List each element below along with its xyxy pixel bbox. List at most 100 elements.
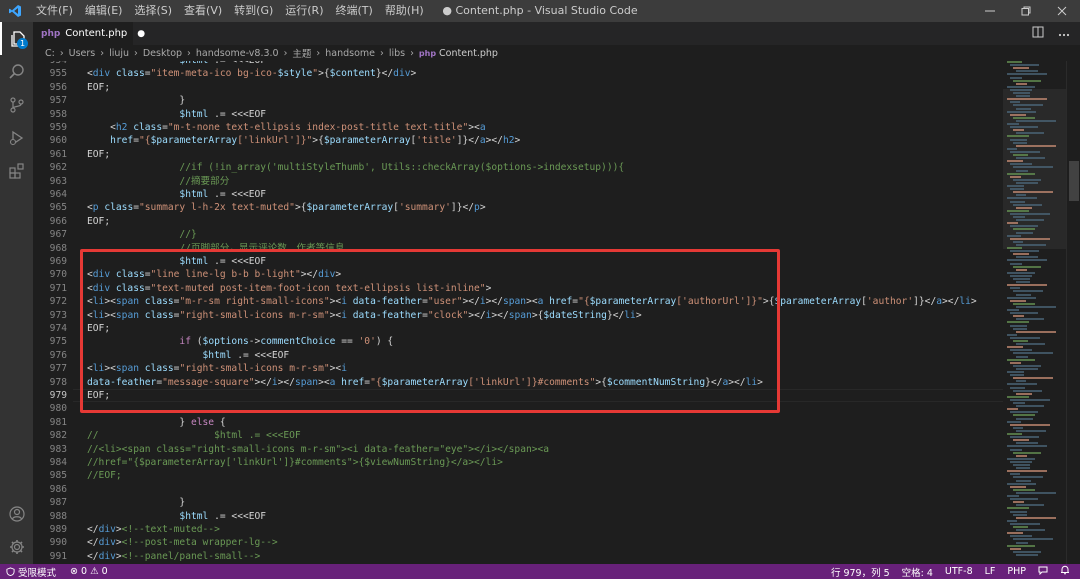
code-line[interactable]: 963 //摘要部分 — [33, 175, 1003, 188]
language-mode[interactable]: PHP — [1001, 566, 1032, 577]
split-editor-button[interactable] — [1032, 26, 1044, 41]
minimap-line — [1007, 358, 1035, 361]
code-line[interactable]: 960 href="{$parameterArray['linkUrl']}">… — [33, 134, 1003, 147]
run-debug-button[interactable] — [0, 121, 33, 154]
code-line[interactable]: 991 </div><!--panel/panel-small--> — [33, 550, 1003, 563]
minimap-line — [1007, 532, 1024, 535]
minimap-line — [1007, 482, 1037, 485]
cursor-position[interactable]: 行 979，列 5 — [825, 565, 896, 579]
end-of-line[interactable]: LF — [979, 566, 1002, 577]
code-line[interactable]: 967 //} — [33, 228, 1003, 241]
line-number: 965 — [49, 202, 67, 214]
menu-file[interactable]: 文件(F) — [30, 0, 79, 22]
line-number: 964 — [49, 189, 67, 200]
more-actions-button[interactable] — [1058, 27, 1070, 40]
code-line[interactable]: 984 //href="{$parameterArray['linkUrl']}#… — [33, 456, 1003, 469]
minimap-line — [1007, 98, 1047, 101]
minimap-line — [1013, 364, 1041, 367]
menu-edit[interactable]: 编辑(E) — [79, 0, 129, 22]
code-text: EOF; — [87, 148, 111, 160]
restore-button[interactable] — [1008, 0, 1044, 22]
breadcrumb-item[interactable]: handsome — [325, 48, 375, 59]
minimize-button[interactable] — [972, 0, 1008, 22]
indentation[interactable]: 空格: 4 — [896, 565, 939, 579]
breadcrumb-item[interactable]: 主题 — [292, 46, 311, 60]
breadcrumb-item[interactable]: Desktop — [143, 48, 182, 59]
feedback-button[interactable] — [1032, 565, 1054, 578]
breadcrumb-file[interactable]: Content.php — [439, 48, 498, 59]
code-line[interactable]: 965 <p class="summary l-h-2x text-muted">… — [33, 201, 1003, 214]
minimap-line — [1016, 144, 1056, 147]
scrollbar-thumb[interactable] — [1069, 161, 1079, 201]
code-line[interactable]: 990 </div><!--post-meta wrapper-lg--> — [33, 536, 1003, 549]
code-line[interactable]: 957 } — [33, 94, 1003, 107]
code-line[interactable]: 959 <h2 class="m-t-none text-ellipsis in… — [33, 121, 1003, 134]
minimap-line — [1013, 538, 1053, 541]
breadcrumb-item[interactable]: handsome-v8.3.0 — [196, 48, 279, 59]
minimap-line — [1016, 181, 1039, 184]
menu-go[interactable]: 转到(G) — [228, 0, 279, 22]
code-line[interactable]: 962 //if (!in_array('multiStyleThumb', U… — [33, 161, 1003, 174]
minimap-line — [1010, 361, 1021, 364]
problems-item[interactable]: ⊗ 0 ⚠ 0 — [62, 566, 116, 577]
code-line[interactable]: 961 EOF; — [33, 148, 1003, 161]
tab-content-php[interactable]: php Content.php ● — [33, 22, 145, 45]
minimap-line — [1013, 451, 1041, 454]
source-control-button[interactable] — [0, 88, 33, 121]
minimap-line — [1016, 367, 1039, 370]
code-line[interactable]: 955 <div class="item-meta-ico bg-ico-$sty… — [33, 67, 1003, 80]
menu-terminal[interactable]: 终端(T) — [330, 0, 379, 22]
code-line[interactable]: 981 } else { — [33, 416, 1003, 429]
code-line[interactable]: 958 $html .= <<<EOF — [33, 108, 1003, 121]
breadcrumb-item[interactable]: Users — [69, 48, 96, 59]
breadcrumb-item[interactable]: liuju — [109, 48, 129, 59]
code-line[interactable]: 987 } — [33, 496, 1003, 509]
code-line[interactable]: 966 EOF; — [33, 215, 1003, 228]
line-number: 970 — [49, 269, 67, 281]
vertical-scrollbar[interactable] — [1066, 61, 1080, 564]
minimap-line — [1016, 281, 1030, 284]
menu-run[interactable]: 运行(R) — [279, 0, 329, 22]
menu-selection[interactable]: 选择(S) — [128, 0, 178, 22]
feedback-icon — [1038, 566, 1048, 576]
notifications-button[interactable] — [1054, 565, 1076, 578]
close-window-button[interactable] — [1044, 0, 1080, 22]
line-number: 972 — [49, 296, 67, 308]
code-line[interactable]: 985 //EOF; — [33, 469, 1003, 482]
menu-view[interactable]: 查看(V) — [178, 0, 228, 22]
minimap-line — [1007, 371, 1024, 373]
restricted-mode-item[interactable]: 受限模式 — [0, 564, 63, 579]
code-line[interactable]: 964 $html .= <<<EOF — [33, 188, 1003, 201]
code-line[interactable]: 982 // $html .= <<<EOF — [33, 429, 1003, 442]
accounts-button[interactable] — [0, 497, 33, 530]
code-line[interactable]: 986 — [33, 483, 1003, 496]
chevron-right-icon: › — [380, 47, 384, 59]
manage-button[interactable] — [0, 530, 33, 563]
unsaved-dot-icon[interactable]: ● — [137, 29, 145, 39]
breadcrumb-item[interactable]: C: — [45, 48, 55, 59]
code-line[interactable]: 983 //<li><span class="right-small-icons … — [33, 443, 1003, 456]
minimap-line — [1016, 429, 1047, 432]
encoding[interactable]: UTF-8 — [939, 566, 979, 577]
minimap-line — [1010, 163, 1032, 166]
minimap-line — [1013, 389, 1043, 392]
code-line[interactable]: 956 EOF; — [33, 81, 1003, 94]
code-editor[interactable]: 954 $html .= <<<EOF955<div class="item-m… — [33, 61, 1003, 564]
code-line[interactable]: 988 $html .= <<<EOF — [33, 510, 1003, 523]
minimap-line — [1013, 414, 1036, 417]
minimap-line — [1010, 510, 1027, 513]
minimap-line — [1010, 485, 1027, 488]
minimap-line — [1007, 172, 1035, 175]
code-text: $html .= <<<EOF — [179, 108, 267, 120]
search-button[interactable] — [0, 55, 33, 88]
explorer-button[interactable]: 1 — [0, 22, 33, 55]
minimap-line — [1013, 340, 1028, 342]
php-file-icon: php — [41, 28, 61, 39]
menu-help[interactable]: 帮助(H) — [379, 0, 430, 22]
minimap-line — [1010, 126, 1038, 129]
code-line[interactable]: 989 </div><!--text-muted--> — [33, 523, 1003, 536]
minimap[interactable] — [1003, 61, 1066, 564]
extensions-button[interactable] — [0, 154, 33, 187]
breadcrumb-item[interactable]: libs — [389, 48, 405, 59]
minimap-line — [1007, 433, 1022, 435]
